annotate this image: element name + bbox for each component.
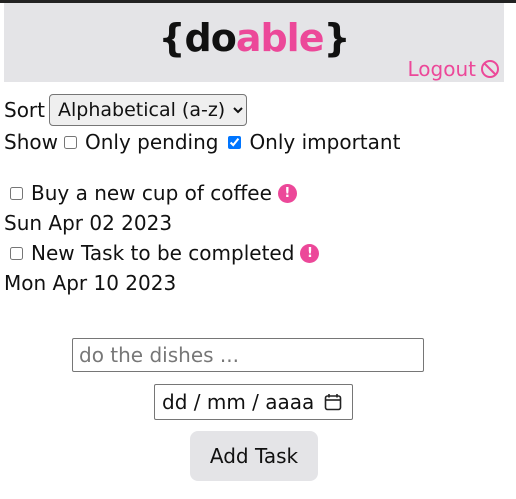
- show-row: Show Only pending Only important: [4, 126, 404, 158]
- task-title: Buy a new cup of coffee: [31, 181, 272, 205]
- list-item: Buy a new cup of coffee ! Sun Apr 02 202…: [4, 178, 319, 238]
- sort-select[interactable]: Alphabetical (a-z): [49, 94, 247, 126]
- ban-icon: [481, 60, 499, 78]
- task-title-row: New Task to be completed !: [4, 238, 320, 268]
- list-item: New Task to be completed ! Mon Apr 10 20…: [4, 238, 320, 298]
- due-date-input[interactable]: dd / mm / aaaa: [154, 384, 353, 420]
- filter-controls: Sort Alphabetical (a-z) Show Only pendin…: [4, 94, 404, 158]
- logo-part-accent: able: [235, 16, 325, 60]
- task-title: New Task to be completed: [31, 241, 295, 265]
- task-done-checkbox[interactable]: [10, 246, 23, 260]
- logo-part-close: }: [323, 16, 350, 60]
- logout-label: Logout: [407, 57, 476, 81]
- task-list: Buy a new cup of coffee ! Sun Apr 02 202…: [4, 178, 320, 298]
- app-header: {doable} Logout: [4, 3, 504, 82]
- task-due-date: Sun Apr 02 2023: [4, 211, 173, 235]
- task-title-row: Buy a new cup of coffee !: [4, 178, 319, 208]
- date-placeholder: dd / mm / aaaa: [162, 390, 315, 414]
- task-done-checkbox[interactable]: [10, 186, 23, 200]
- logout-button[interactable]: Logout: [408, 57, 500, 81]
- add-task-button[interactable]: Add Task: [190, 431, 318, 481]
- important-icon: !: [300, 243, 320, 263]
- app-logo: {doable}: [4, 13, 504, 63]
- sort-label: Sort: [4, 98, 45, 122]
- only-important-checkbox[interactable]: [228, 135, 242, 149]
- important-icon: !: [277, 183, 297, 203]
- only-pending-label[interactable]: Only pending: [85, 130, 218, 154]
- logo-part-open: {do: [158, 16, 236, 60]
- sort-row: Sort Alphabetical (a-z): [4, 94, 404, 126]
- only-pending-checkbox[interactable]: [63, 135, 77, 149]
- task-name-input[interactable]: [72, 338, 424, 372]
- task-due-date: Mon Apr 10 2023: [4, 271, 177, 295]
- show-label: Show: [4, 130, 58, 154]
- calendar-icon[interactable]: [324, 393, 342, 411]
- only-important-label[interactable]: Only important: [249, 130, 400, 154]
- add-task-form: dd / mm / aaaa Add Task: [0, 338, 508, 481]
